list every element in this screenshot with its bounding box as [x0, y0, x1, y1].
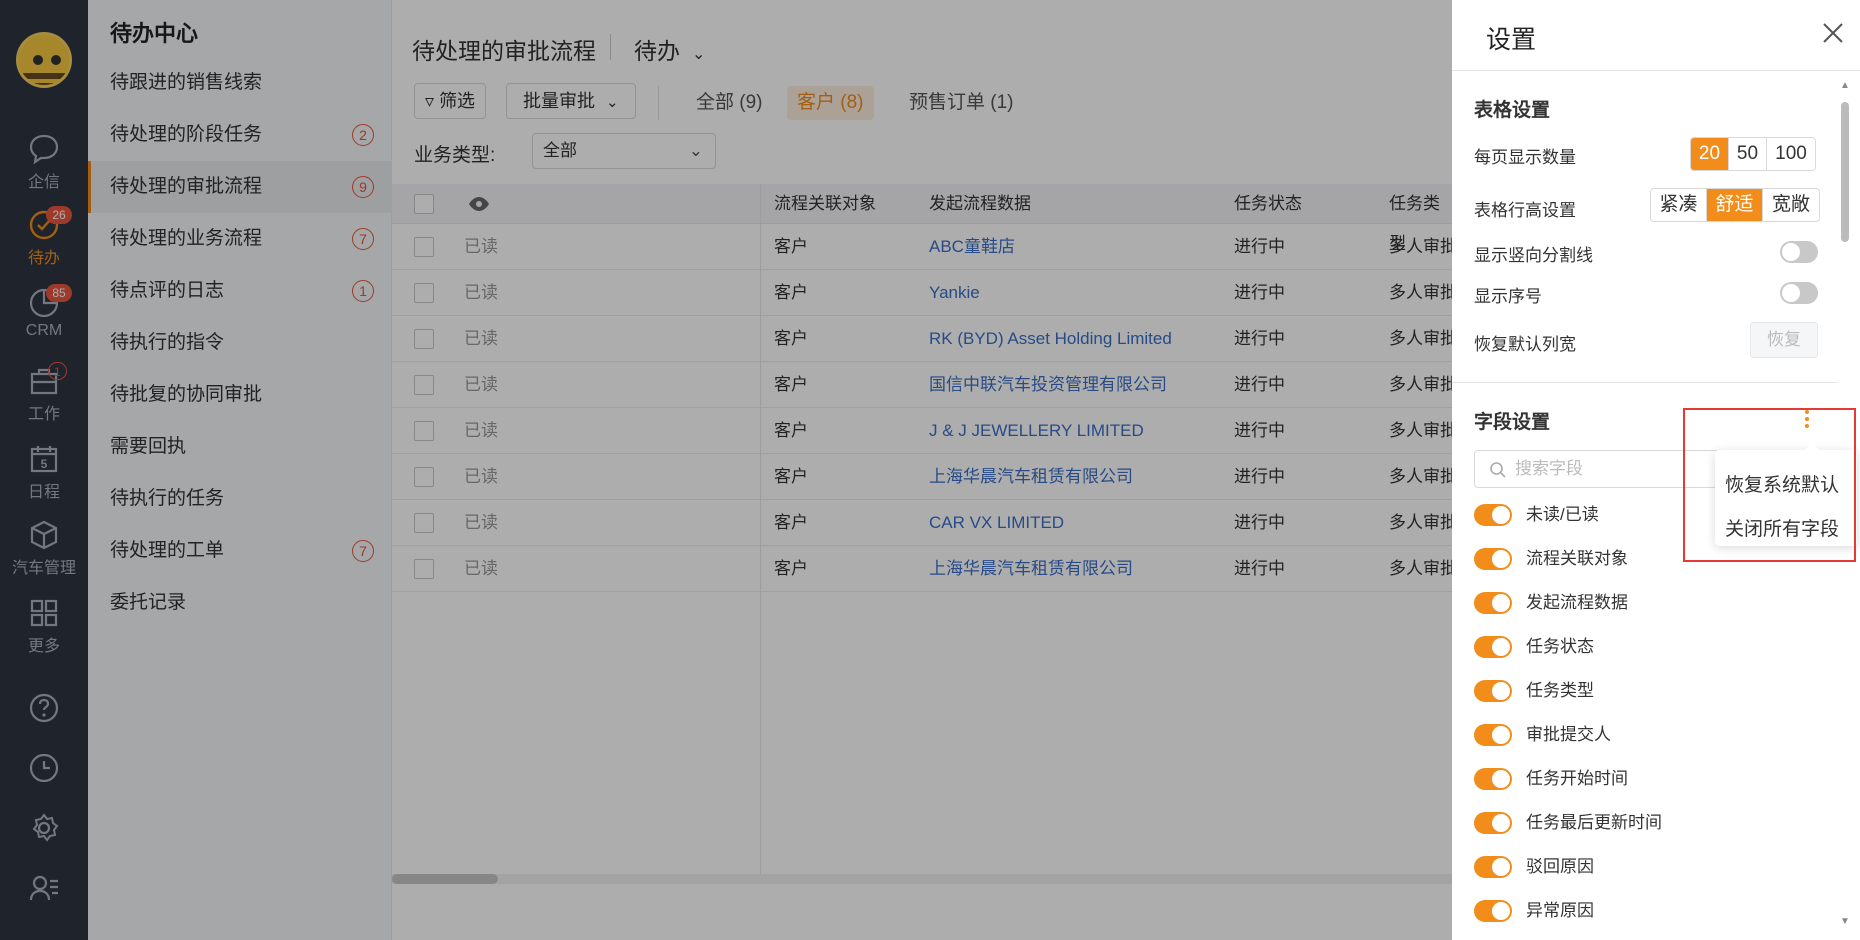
field-label: 未读/已读 [1526, 505, 1599, 524]
search-placeholder: 搜索字段 [1515, 459, 1583, 478]
scrollbar-thumb[interactable] [1841, 102, 1849, 242]
field-toggle[interactable] [1474, 724, 1512, 746]
field-toggle[interactable] [1474, 680, 1512, 702]
vertical-lines-label: 显示竖向分割线 [1474, 246, 1593, 265]
page-size-option-20[interactable]: 20 [1691, 138, 1729, 170]
highlight-box [1683, 408, 1856, 562]
page-size-selector: 20 50 100 [1690, 137, 1816, 171]
show-index-toggle[interactable] [1780, 282, 1818, 304]
page-size-option-50[interactable]: 50 [1729, 138, 1767, 170]
field-label: 任务最后更新时间 [1526, 813, 1662, 832]
vertical-lines-toggle[interactable] [1780, 241, 1818, 263]
scroll-down-arrow-icon[interactable]: ▼ [1840, 916, 1850, 927]
field-toggle[interactable] [1474, 768, 1512, 790]
field-label: 驳回原因 [1526, 857, 1594, 876]
drawer-scrollbar[interactable]: ▲ ▼ [1838, 80, 1852, 940]
row-height-spacious[interactable]: 宽敞 [1763, 189, 1819, 221]
row-height-label: 表格行高设置 [1474, 201, 1576, 220]
page-size-label: 每页显示数量 [1474, 148, 1576, 167]
restore-width-button[interactable]: 恢复 [1750, 322, 1818, 358]
row-height-comfortable[interactable]: 舒适 [1707, 189, 1763, 221]
page-size-option-100[interactable]: 100 [1767, 138, 1815, 170]
restore-width-label: 恢复默认列宽 [1474, 335, 1576, 354]
drawer-divider [1452, 70, 1860, 71]
row-height-compact[interactable]: 紧凑 [1651, 189, 1707, 221]
show-index-label: 显示序号 [1474, 287, 1542, 306]
field-label: 审批提交人 [1526, 725, 1611, 744]
settings-drawer: 设置 表格设置 每页显示数量 20 50 100 表格行高设置 紧凑 舒适 宽敞… [1452, 0, 1860, 940]
search-icon [1490, 462, 1506, 478]
modal-overlay[interactable] [0, 0, 1452, 940]
table-settings-title: 表格设置 [1474, 100, 1551, 121]
field-toggle[interactable] [1474, 504, 1512, 526]
field-toggle[interactable] [1474, 856, 1512, 878]
row-height-selector: 紧凑 舒适 宽敞 [1650, 188, 1820, 222]
field-toggle[interactable] [1474, 812, 1512, 834]
field-label: 任务开始时间 [1526, 769, 1628, 788]
section-divider [1452, 382, 1838, 383]
field-label: 异常原因 [1526, 901, 1594, 920]
field-label: 任务类型 [1526, 681, 1594, 700]
close-icon[interactable] [1820, 20, 1846, 46]
field-label: 任务状态 [1526, 637, 1594, 656]
field-toggle[interactable] [1474, 900, 1512, 922]
field-toggle[interactable] [1474, 636, 1512, 658]
field-label: 流程关联对象 [1526, 549, 1628, 568]
field-settings-title: 字段设置 [1474, 412, 1551, 433]
field-toggle[interactable] [1474, 548, 1512, 570]
drawer-title: 设置 [1486, 26, 1537, 54]
field-label: 发起流程数据 [1526, 593, 1628, 612]
field-toggle[interactable] [1474, 592, 1512, 614]
scroll-up-arrow-icon[interactable]: ▲ [1840, 80, 1850, 91]
